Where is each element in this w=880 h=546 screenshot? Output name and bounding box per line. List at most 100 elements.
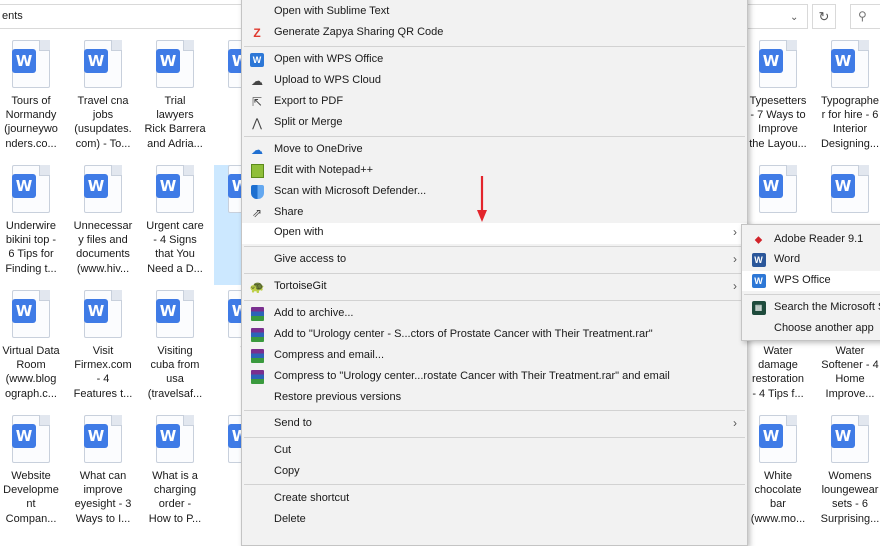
submenu-item-choose-another-app[interactable]: Choose another app: [742, 319, 880, 339]
file-item[interactable]: W Typesetters - 7 Ways to Improve the Layou.…: [745, 40, 811, 160]
menu-item-copy[interactable]: Copy: [242, 462, 747, 483]
document-icon: W: [12, 40, 50, 88]
menu-item-create-shortcut[interactable]: Create shortcut: [242, 489, 747, 510]
file-item[interactable]: W Womens loungewear sets - 6 Surprising...: [817, 415, 880, 535]
menu-item-split-or-merge[interactable]: ⋀ Split or Merge: [242, 113, 747, 134]
file-name: Website Developme nt Compan...: [3, 470, 59, 525]
menu-item-label: Copy: [274, 465, 300, 477]
submenu-item-wps-office[interactable]: W WPS Office: [742, 271, 880, 291]
file-item[interactable]: W Visiting cuba from usa (travelsaf...: [142, 290, 208, 410]
winrar-icon: [249, 370, 265, 385]
document-icon: W: [12, 415, 50, 463]
menu-separator: [244, 410, 745, 411]
file-item[interactable]: W Underwire bikini top -6 Tips for Finding …: [0, 165, 64, 285]
file-name: Unnecessar y files and documents (www.hiv..…: [73, 220, 133, 275]
submenu-item-word[interactable]: W Word: [742, 250, 880, 270]
file-item[interactable]: W Website Developme nt Compan...: [0, 415, 64, 535]
submenu-item-search-the-microsoft-store[interactable]: ▦ Search the Microsoft Store: [742, 298, 880, 318]
wps-writer-document-icon: W: [759, 424, 783, 448]
document-icon: W: [831, 415, 869, 463]
menu-item-label: Compress and email...: [274, 349, 385, 361]
file-item[interactable]: W Visit Firmex.com - 4 Features t...: [70, 290, 136, 410]
wps-writer-document-icon: W: [12, 299, 36, 323]
document-icon: W: [831, 40, 869, 88]
menu-item-add-to-urology-center-s-ctors-of-prostat[interactable]: Add to "Urology center - S...ctors of Pr…: [242, 325, 747, 346]
file-item[interactable]: W White chocolate bar (www.mo...: [745, 415, 811, 535]
file-name: Underwire bikini top -6 Tips for Finding t…: [5, 220, 57, 275]
menu-item-upload-to-wps-cloud[interactable]: ☁ Upload to WPS Cloud: [242, 71, 747, 92]
menu-item-send-to[interactable]: Send to ›: [242, 414, 747, 435]
menu-item-label: Create shortcut: [274, 492, 350, 504]
wps-writer-document-icon: W: [84, 299, 108, 323]
document-icon: W: [831, 165, 869, 213]
wps-writer-document-icon: W: [156, 174, 180, 198]
menu-item-open-with-wps-office[interactable]: W Open with WPS Office: [242, 50, 747, 71]
document-icon: W: [156, 165, 194, 213]
menu-item-move-to-onedrive[interactable]: ☁ Move to OneDrive: [242, 140, 747, 161]
menu-separator: [244, 437, 745, 438]
document-icon: W: [12, 290, 50, 338]
menu-item-generate-zapya-sharing-qr-code[interactable]: Z Generate Zapya Sharing QR Code: [242, 23, 747, 44]
file-item[interactable]: W What is a charging order - How to P...: [142, 415, 208, 535]
menu-item-label: Open with WPS Office: [274, 53, 384, 65]
file-item[interactable]: W Virtual Data Room (www.blog ograph.c...: [0, 290, 64, 410]
menu-item-label: Share: [274, 206, 304, 218]
menu-item-label: Send to: [274, 417, 312, 429]
file-name: Trial lawyers Rick Barrera and Adria...: [144, 95, 206, 150]
menu-item-cut[interactable]: Cut: [242, 441, 747, 462]
file-item[interactable]: W Travel cna jobs (usupdates. com) - To...: [70, 40, 136, 160]
menu-item-give-access-to[interactable]: Give access to ›: [242, 250, 747, 271]
file-name: Visit Firmex.com - 4 Features t...: [73, 345, 133, 400]
menu-item-restore-previous-versions[interactable]: Restore previous versions: [242, 388, 747, 409]
file-item[interactable]: W What can improve eyesight - 3 Ways to I...: [70, 415, 136, 535]
chevron-right-icon: ›: [733, 225, 737, 239]
menu-item-label: Scan with Microsoft Defender...: [274, 185, 427, 197]
wps-writer-document-icon: W: [84, 174, 108, 198]
wps-office-icon: W: [751, 274, 766, 288]
menu-item-export-to-pdf[interactable]: ⇱ Export to PDF: [242, 92, 747, 113]
open-with-submenu: ⬥ Adobe Reader 9.1 W Word W WPS Office ▦ Search…: [741, 224, 880, 341]
menu-separator: [244, 484, 745, 485]
menu-item-add-to-archive[interactable]: Add to archive...: [242, 304, 747, 325]
document-icon: W: [156, 40, 194, 88]
wps-writer-document-icon: W: [759, 174, 783, 198]
menu-item-share[interactable]: ⇗ Share: [242, 203, 747, 224]
menu-item-open-with-sublime-text[interactable]: Open with Sublime Text: [242, 2, 747, 23]
menu-item-edit-with-notepad[interactable]: Edit with Notepad++: [242, 161, 747, 182]
menu-item-label: Adobe Reader 9.1: [774, 233, 864, 245]
menu-item-compress-and-email[interactable]: Compress and email...: [242, 346, 747, 367]
menu-item-compress-to-urology-center-rostate-cance[interactable]: Compress to "Urology center...rostate Ca…: [242, 367, 747, 388]
winrar-icon: [249, 349, 265, 364]
tortoisegit-icon: 🐢: [249, 280, 265, 294]
chevron-right-icon: ›: [733, 252, 737, 266]
submenu-item-adobe-reader-9-1[interactable]: ⬥ Adobe Reader 9.1: [742, 230, 880, 250]
wps-writer-document-icon: W: [831, 424, 855, 448]
menu-item-tortoisegit[interactable]: 🐢 TortoiseGit ›: [242, 277, 747, 298]
chevron-down-icon[interactable]: ⌄: [790, 12, 798, 23]
wps-writer-document-icon: W: [12, 424, 36, 448]
menu-separator: [244, 46, 745, 47]
document-icon: W: [759, 415, 797, 463]
menu-item-delete[interactable]: Delete: [242, 510, 747, 531]
search-icon[interactable]: ⚲: [850, 4, 880, 29]
menu-item-open-with[interactable]: Open with ›: [242, 223, 747, 244]
adobe-reader-icon: ⬥: [754, 234, 763, 246]
address-path: ents: [2, 10, 23, 22]
file-item[interactable]: W Tours of Normandy (journeywo nders.co...: [0, 40, 64, 160]
menu-item-label: Add to archive...: [274, 307, 354, 319]
menu-item-label: Cut: [274, 444, 292, 456]
menu-item-label: Edit with Notepad++: [274, 164, 374, 176]
file-item[interactable]: W Urgent care - 4 Signs that You Need a D...: [142, 165, 208, 285]
menu-item-scan-with-microsoft-defender[interactable]: Scan with Microsoft Defender...: [242, 182, 747, 203]
file-item[interactable]: W Trial lawyers Rick Barrera and Adria...: [142, 40, 208, 160]
file-name: Tours of Normandy (journeywo nders.co...: [4, 95, 58, 150]
refresh-icon[interactable]: ↻: [812, 4, 836, 29]
file-item[interactable]: W Unnecessar y files and documents (www.hiv.…: [70, 165, 136, 285]
file-name: Virtual Data Room (www.blog ograph.c...: [2, 345, 60, 400]
chevron-right-icon: ›: [733, 279, 737, 293]
document-icon: W: [759, 40, 797, 88]
share-icon: ⇗: [251, 206, 263, 220]
export-pdf-icon: ⇱: [251, 95, 263, 109]
menu-item-label: Compress to "Urology center...rostate Ca…: [274, 370, 670, 382]
file-item[interactable]: W Typographe r for hire - 6 Interior Designi…: [817, 40, 880, 160]
